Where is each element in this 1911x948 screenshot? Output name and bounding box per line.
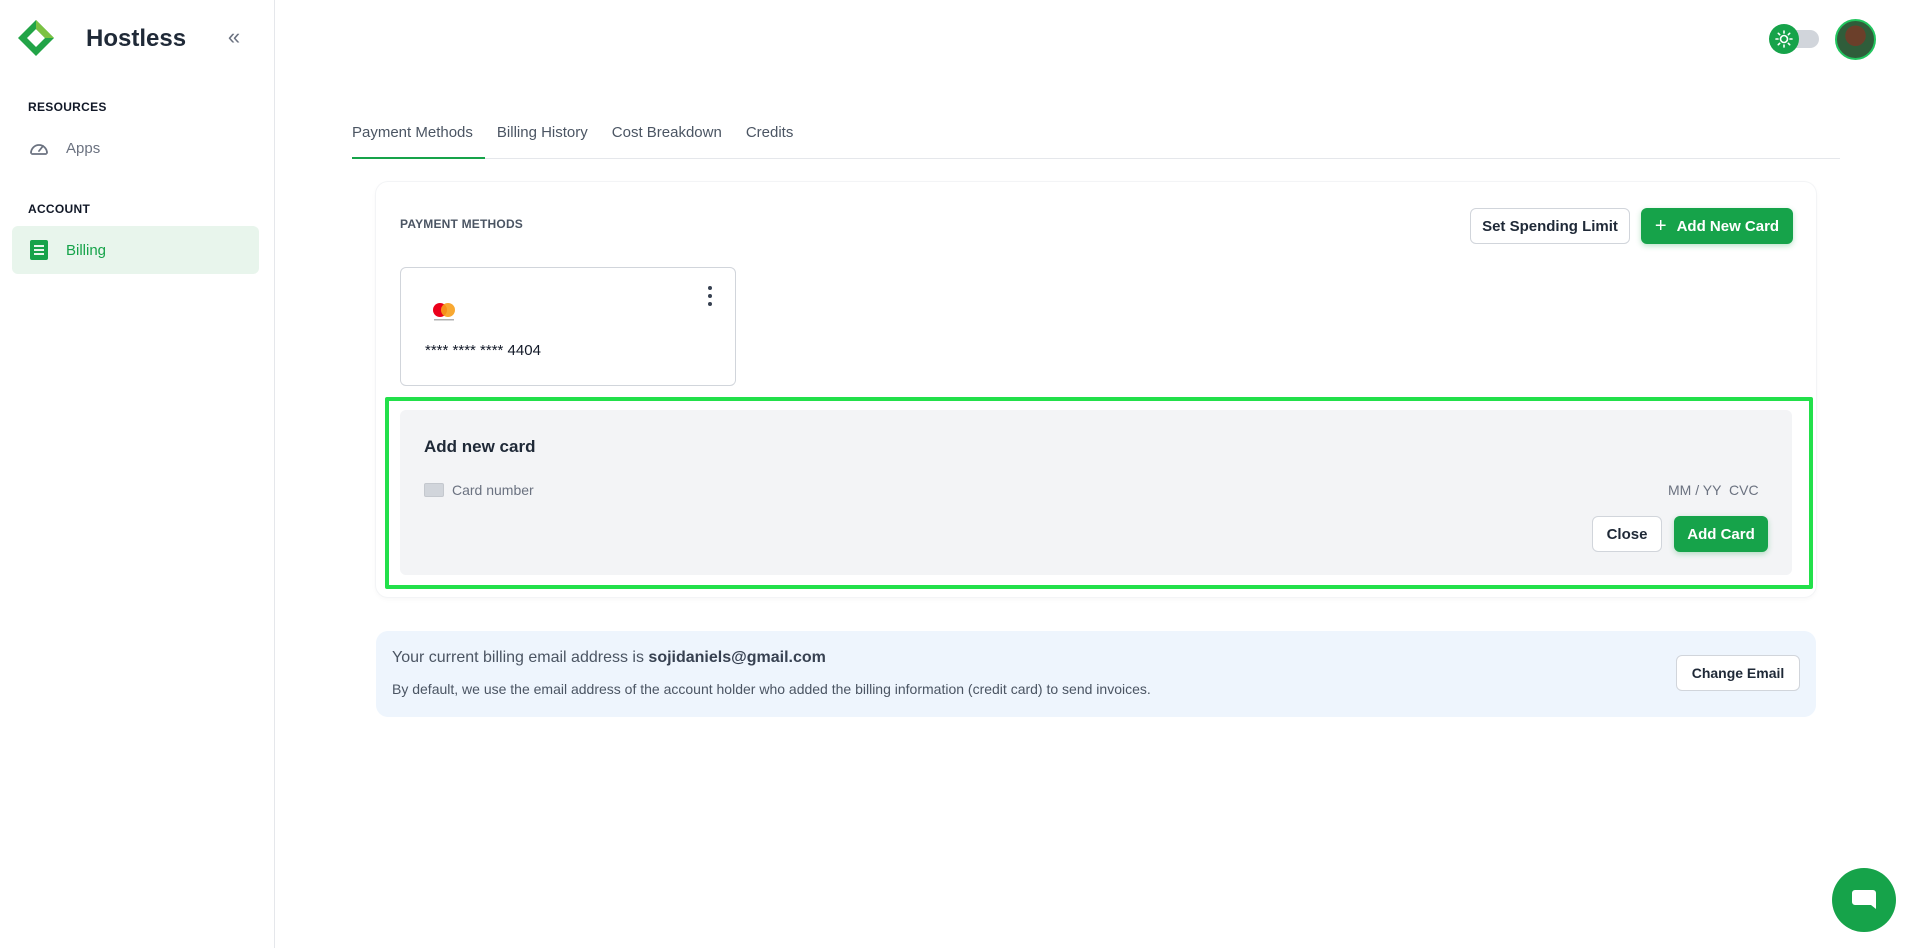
card-number-input[interactable]: Card number bbox=[452, 482, 534, 498]
tab-cost-breakdown[interactable]: Cost Breakdown bbox=[600, 112, 734, 159]
close-button[interactable]: Close bbox=[1592, 516, 1662, 552]
chat-icon[interactable] bbox=[1832, 868, 1896, 932]
theme-toggle[interactable] bbox=[1769, 24, 1819, 54]
mastercard-logo-icon bbox=[433, 303, 455, 321]
billing-email-line: Your current billing email address is so… bbox=[392, 649, 826, 667]
sidebar-item-label: Billing bbox=[66, 241, 107, 259]
billing-icon bbox=[28, 239, 50, 261]
billing-email-address: sojidaniels@gmail.com bbox=[648, 649, 826, 666]
sidebar-item-apps[interactable]: Apps bbox=[12, 124, 259, 172]
change-email-button[interactable]: Change Email bbox=[1676, 655, 1800, 691]
sidebar-item-billing[interactable]: Billing bbox=[12, 226, 259, 274]
sidebar: Hostless « RESOURCES Apps ACCOUNT Billin… bbox=[0, 0, 275, 948]
app-root: Hostless « RESOURCES Apps ACCOUNT Billin… bbox=[0, 0, 1911, 948]
tab-payment-methods[interactable]: Payment Methods bbox=[352, 112, 485, 159]
section-title-resources: RESOURCES bbox=[28, 100, 107, 114]
avatar[interactable] bbox=[1835, 19, 1876, 60]
expiry-input[interactable]: MM / YY bbox=[1668, 482, 1721, 498]
sidebar-item-label: Apps bbox=[66, 139, 101, 157]
tab-billing-history[interactable]: Billing History bbox=[485, 112, 600, 159]
set-spending-limit-button[interactable]: Set Spending Limit bbox=[1470, 208, 1630, 244]
cvc-input[interactable]: CVC bbox=[1729, 482, 1759, 498]
card-menu-icon[interactable] bbox=[705, 286, 715, 306]
billing-email-prefix: Your current billing email address is bbox=[392, 649, 649, 666]
card-number: **** **** **** 4404 bbox=[425, 342, 541, 359]
add-card-button[interactable]: Add Card bbox=[1674, 516, 1768, 552]
add-card-title: Add new card bbox=[424, 437, 536, 456]
collapse-sidebar-icon[interactable]: « bbox=[222, 26, 246, 50]
hostless-logo-icon bbox=[18, 20, 54, 56]
credit-card-icon bbox=[424, 483, 444, 497]
gauge-icon bbox=[28, 137, 50, 159]
plus-icon: + bbox=[1654, 215, 1667, 237]
saved-card[interactable]: **** **** **** 4404 bbox=[400, 267, 736, 386]
app-name: Hostless bbox=[86, 25, 187, 52]
billing-tabs: Payment Methods Billing History Cost Bre… bbox=[352, 112, 1840, 159]
add-new-card-button[interactable]: + Add New Card bbox=[1641, 208, 1793, 244]
add-new-card-label: Add New Card bbox=[1676, 217, 1780, 235]
billing-email-note: By default, we use the email address of … bbox=[392, 681, 1151, 697]
sun-icon bbox=[1769, 24, 1799, 54]
tab-credits[interactable]: Credits bbox=[734, 112, 806, 159]
payment-methods-title: PAYMENT METHODS bbox=[400, 217, 524, 231]
billing-email-box: Your current billing email address is so… bbox=[376, 631, 1816, 717]
brand[interactable]: Hostless bbox=[16, 18, 186, 58]
section-title-account: ACCOUNT bbox=[28, 202, 91, 216]
add-card-form: Add new card Card number MM / YY CVC Clo… bbox=[400, 410, 1792, 575]
